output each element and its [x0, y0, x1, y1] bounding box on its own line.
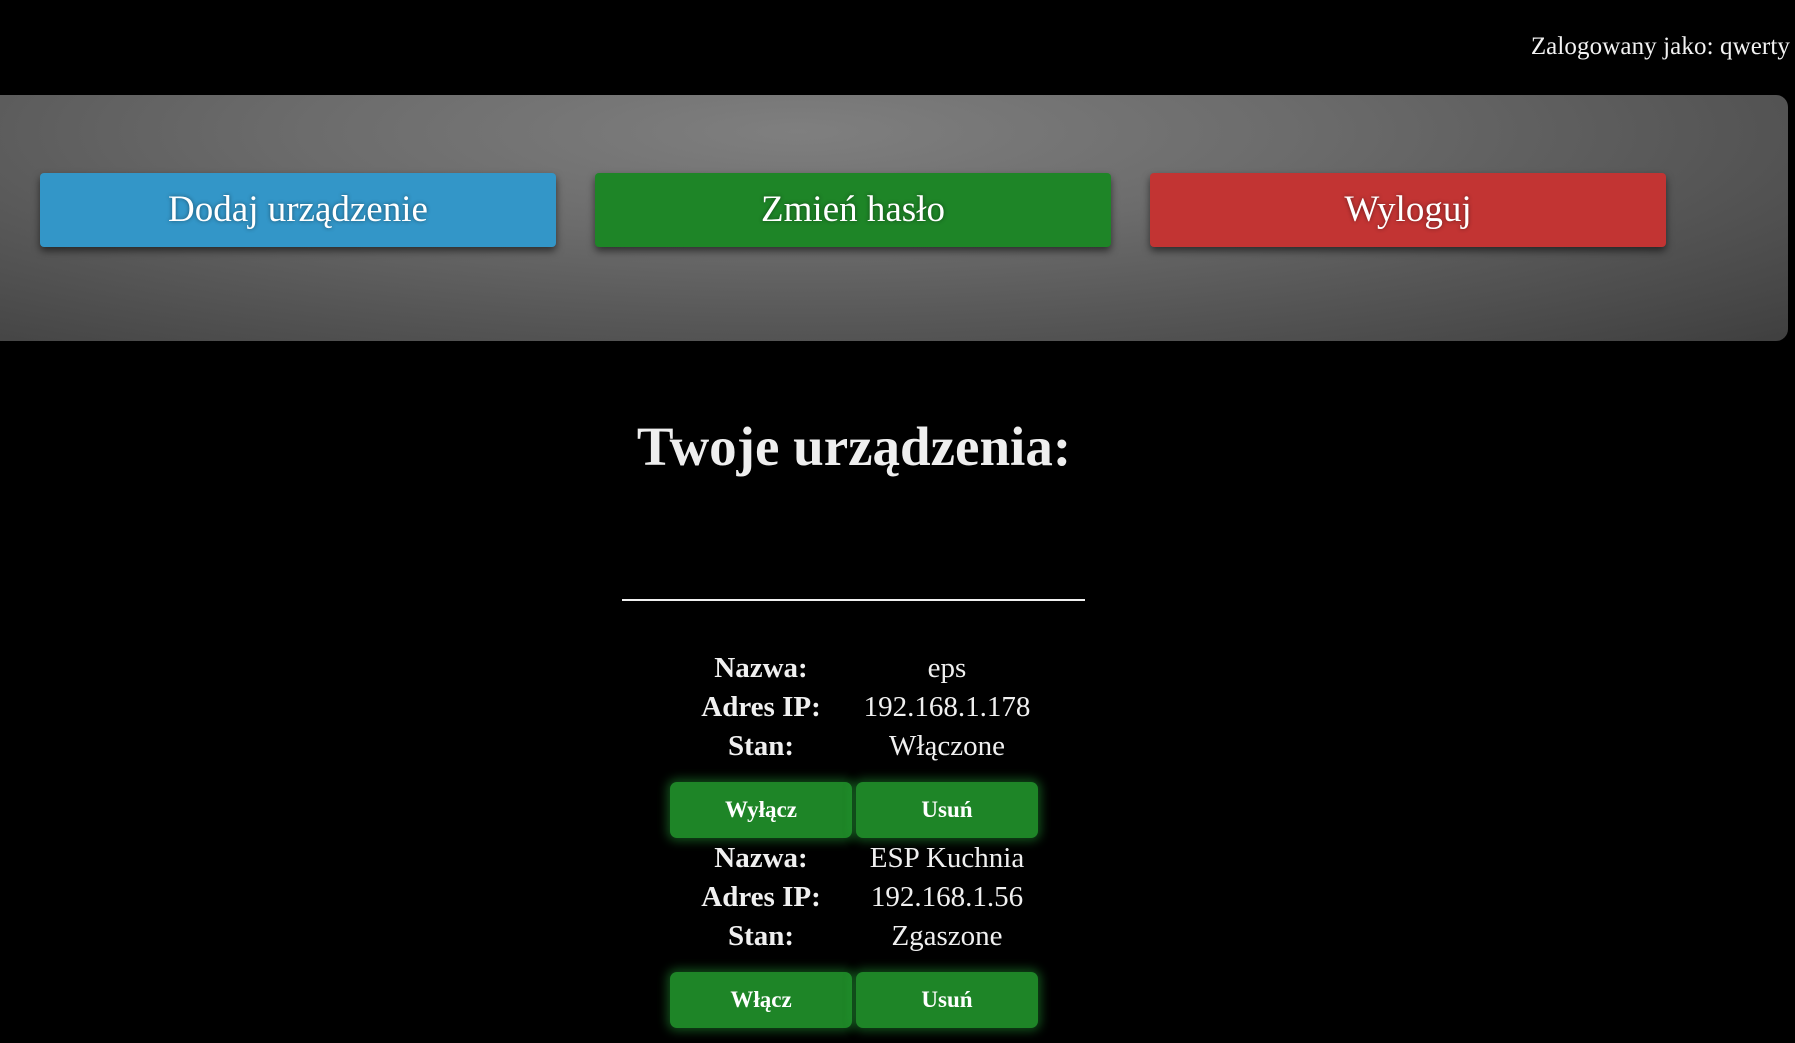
device-delete-button[interactable]: Usuń	[856, 782, 1038, 838]
logged-in-status: Zalogowany jako: qwerty	[1530, 33, 1790, 60]
device-name-value: eps	[927, 652, 967, 684]
page: Zalogowany jako: qwerty Dodaj urządzenie…	[0, 0, 1795, 1043]
add-device-button[interactable]: Dodaj urządzenie	[40, 173, 556, 247]
device-name-value: ESP Kuchnia	[869, 842, 1025, 874]
change-password-button[interactable]: Zmień hasło	[595, 173, 1111, 247]
logout-button[interactable]: Wyloguj	[1150, 173, 1666, 247]
device-toggle-button[interactable]: Wyłącz	[670, 782, 852, 838]
device-toggle-button[interactable]: Włącz	[670, 972, 852, 1028]
device-delete-button[interactable]: Usuń	[856, 972, 1038, 1028]
device-ip-value: 192.168.1.178	[863, 691, 1031, 723]
device-state-value: Zgaszone	[891, 920, 1003, 952]
divider	[622, 599, 1085, 601]
device-ip-value: 192.168.1.56	[870, 881, 1024, 913]
toolbar: Dodaj urządzenie Zmień hasło Wyloguj	[0, 95, 1788, 341]
page-title: Twoje urządzenia:	[636, 416, 1072, 477]
device-state-value: Włączone	[889, 730, 1005, 762]
